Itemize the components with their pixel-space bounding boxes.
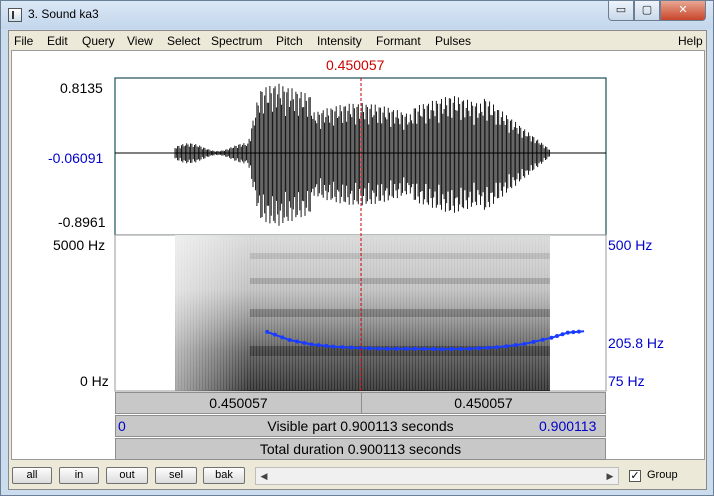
pitch-point	[265, 329, 270, 334]
pitch-point	[302, 341, 307, 345]
sound-editor-canvas[interactable]: 0.450057 0.8135 -0.06091 -0.8961 5000 Hz…	[11, 50, 705, 460]
total-duration-bar[interactable]: Total duration 0.900113 seconds	[115, 438, 606, 460]
formant-band-4	[250, 253, 550, 259]
menu-help[interactable]: Help	[678, 34, 703, 48]
window-title: 3. Sound ka3	[28, 7, 99, 21]
pitch-point	[565, 330, 570, 335]
pitch-point	[576, 329, 581, 334]
pitch-point	[467, 346, 472, 351]
pitch-point	[571, 330, 576, 335]
close-button[interactable]: ✕	[660, 1, 706, 21]
zoom-back-button[interactable]: bak	[203, 467, 245, 484]
pitch-point	[340, 345, 345, 350]
pitch-point	[272, 332, 277, 337]
pitch-point	[555, 334, 559, 338]
pitch-point	[549, 335, 554, 340]
zoom-out-button[interactable]: out	[106, 467, 148, 484]
bottom-toolbar: all in out sel bak ◀ ▶ ✓ Group	[9, 462, 706, 489]
visible-start-time: 0	[118, 418, 126, 434]
pitch-point	[449, 347, 454, 351]
zoom-selection-button[interactable]: sel	[155, 467, 197, 484]
menu-edit[interactable]: Edit	[47, 34, 68, 48]
pitch-point	[504, 344, 509, 349]
time-scrollbar[interactable]: ◀ ▶	[255, 467, 619, 485]
pitch-point	[422, 346, 427, 351]
pitch-point	[560, 332, 565, 337]
pitch-point	[531, 339, 536, 344]
menu-pulses[interactable]: Pulses	[435, 34, 471, 48]
app-window: 3. Sound ka3 ▭ ▢ ✕ File Edit Query View …	[0, 0, 714, 496]
pitch-point	[404, 346, 409, 351]
pitch-point	[440, 347, 445, 352]
pitch-point	[486, 345, 491, 350]
right-part-bar[interactable]: 0.450057	[361, 392, 606, 414]
pitch-point	[324, 343, 329, 348]
pitch-point	[316, 343, 321, 348]
spectrogram-image	[175, 235, 550, 391]
menu-intensity[interactable]: Intensity	[317, 34, 362, 48]
group-checkbox[interactable]: ✓	[629, 470, 641, 482]
minimize-button[interactable]: ▭	[608, 1, 634, 21]
pitch-point	[476, 346, 481, 351]
pitch-point	[377, 346, 381, 351]
scroll-right-arrow-icon[interactable]: ▶	[602, 468, 618, 484]
menu-pitch[interactable]: Pitch	[276, 34, 303, 48]
zoom-in-button[interactable]: in	[59, 467, 99, 484]
menu-formant[interactable]: Formant	[376, 34, 421, 48]
pitch-point	[458, 346, 463, 351]
pitch-point	[385, 346, 390, 351]
visible-part-bar[interactable]: Visible part 0.900113 seconds	[115, 415, 606, 437]
pitch-point	[309, 342, 314, 347]
pitch-point	[295, 339, 299, 344]
pitch-point	[395, 346, 399, 351]
pitch-point	[431, 347, 436, 351]
scroll-left-arrow-icon[interactable]: ◀	[256, 468, 272, 484]
visible-end-time: 0.900113	[539, 418, 597, 434]
menu-spectrum[interactable]: Spectrum	[211, 34, 262, 48]
menu-query[interactable]: Query	[82, 34, 115, 48]
pitch-point	[413, 346, 417, 351]
group-label: Group	[647, 469, 678, 481]
pitch-point	[280, 335, 285, 340]
formant-band-3	[250, 278, 550, 284]
pitch-point	[349, 345, 354, 350]
menu-bar: File Edit Query View Select Spectrum Pit…	[9, 31, 706, 50]
pitch-point	[513, 343, 518, 348]
title-bar[interactable]: 3. Sound ka3 ▭ ▢ ✕	[1, 1, 713, 29]
formant-band-2	[250, 309, 550, 317]
editor-client-area: File Edit Query View Select Spectrum Pit…	[8, 30, 707, 490]
menu-view[interactable]: View	[127, 34, 153, 48]
pitch-point	[287, 338, 292, 342]
pitch-point	[367, 346, 372, 351]
sound-window-icon[interactable]	[8, 8, 22, 22]
pitch-point	[331, 344, 336, 349]
left-part-bar[interactable]: 0.450057	[115, 392, 362, 414]
pitch-point	[540, 337, 545, 342]
menu-select[interactable]: Select	[167, 34, 200, 48]
zoom-all-button[interactable]: all	[12, 467, 52, 484]
pitch-point	[522, 342, 527, 346]
menu-file[interactable]: File	[14, 34, 33, 48]
maximize-button[interactable]: ▢	[634, 1, 660, 21]
pitch-point	[494, 345, 499, 350]
